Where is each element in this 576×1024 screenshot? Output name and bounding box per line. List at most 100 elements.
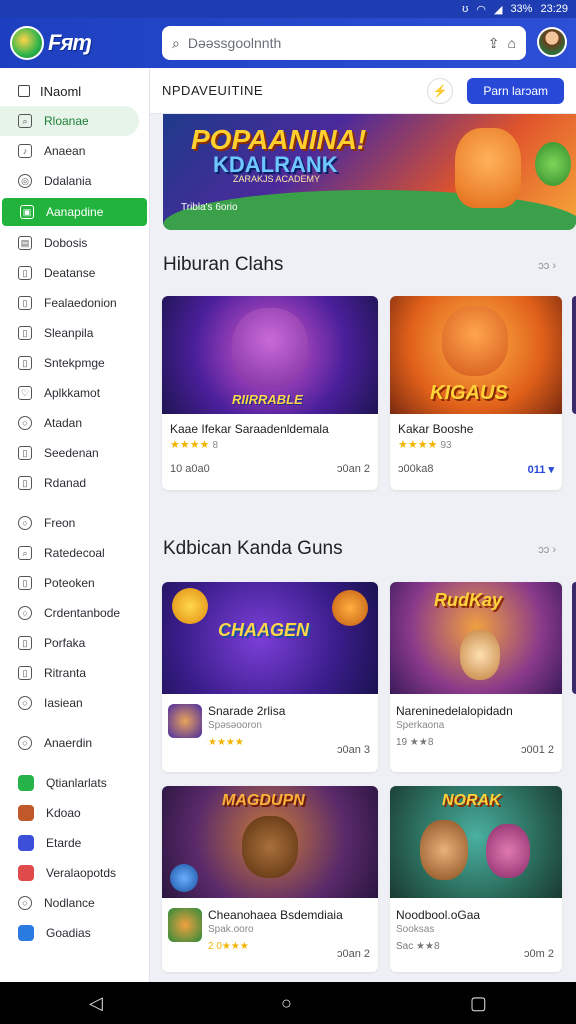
circle-icon: ○	[18, 736, 32, 750]
sidebar-item[interactable]: ▯ Porfaka	[0, 628, 149, 658]
music-icon: ♪	[18, 144, 32, 158]
app-logo[interactable]: Fᴙɱ	[10, 26, 160, 60]
sidebar-item[interactable]: ▯ Sntekpmge	[0, 348, 149, 378]
sidebar-item[interactable]: Veralaopotds	[0, 858, 149, 888]
sidebar-item-label: Iasiean	[44, 696, 83, 710]
sidebar-item[interactable]: ▯ Sleanpila	[0, 318, 149, 348]
share-icon[interactable]: ⇪	[488, 35, 500, 52]
doc-icon: ▯	[18, 356, 32, 370]
sidebar-item[interactable]: ▯ Deatanse	[0, 258, 149, 288]
primary-cta-button[interactable]: Parn larɔam	[467, 77, 564, 104]
game-card-image: MAGDUPN	[162, 786, 378, 898]
developer: Spəsəooron	[208, 720, 262, 731]
sidebar-item[interactable]: ○ Atadan	[0, 408, 149, 438]
character-art	[232, 308, 308, 388]
section2-more-link[interactable]: ɔɔ ›	[538, 544, 556, 556]
card-info: Nareninedelalopidadn Sperkaona 19 ★★8	[390, 694, 562, 748]
sidebar-item-label: Aanapdine	[46, 205, 104, 219]
logo-text: Fᴙɱ	[48, 30, 92, 55]
sidebar-item[interactable]: Qtianlarlats	[0, 768, 149, 798]
sidebar-divider	[0, 758, 149, 768]
game-logo-text: RudKay	[434, 590, 503, 610]
hero-banner[interactable]: POPAANINA! KDALRANK ZARAKJS ACADEMY Trib…	[163, 114, 576, 230]
sidebar-item[interactable]: ▯ Ritranta	[0, 658, 149, 688]
avatar-app-icon	[18, 805, 34, 821]
game-title: Cheanohaea Bsdemdiaia	[208, 908, 343, 922]
sidebar-item[interactable]: ♡ Aplkkamot	[0, 378, 149, 408]
sidebar-item[interactable]: ▯ Poteoken	[0, 568, 149, 598]
game-logo-text: NORAK	[442, 792, 501, 809]
game-card[interactable]: RudKay Nareninedelalopidadn Sperkaona 19…	[390, 582, 562, 772]
rating-stars: 19 ★★8	[396, 737, 434, 748]
section2-title: Kdbican Kanda Guns	[163, 538, 343, 559]
recents-button[interactable]: ▢	[470, 993, 487, 1014]
sidebar-item[interactable]: ⌕ Ratedecoal	[0, 538, 149, 568]
card-meta-right: ɔ001 2	[520, 744, 554, 756]
bookmark-icon[interactable]: ⌂	[508, 35, 516, 51]
sidebar-item[interactable]: ▯ Seedenan	[0, 438, 149, 468]
sidebar-item-label: Anaean	[44, 144, 86, 158]
sidebar-item[interactable]: ▯ Rdanad	[0, 468, 149, 498]
game-title: Snarade 2rlisa	[208, 704, 286, 718]
sidebar-item[interactable]: ⌕ Rloanae	[0, 106, 139, 136]
sidebar-item[interactable]: ○ Iasiean	[0, 688, 149, 718]
sidebar-item[interactable]: ▤ Dobosis	[0, 228, 149, 258]
card-footer: ɔ00ka8 011 ▾	[390, 451, 562, 484]
book-icon: ▤	[18, 236, 32, 250]
sidebar-item[interactable]: ○ Anaerdin	[0, 728, 149, 758]
card-meta-right: ɔ0an 2	[336, 463, 370, 475]
section1-more-link[interactable]: ɔɔ ›	[538, 260, 556, 272]
sidebar-item-label: Veralaopotds	[46, 866, 117, 880]
sidebar-item[interactable]: ▣ Aanapdine	[2, 198, 147, 226]
sidebar-item[interactable]: Kdoao	[0, 798, 149, 828]
game-card[interactable]: RIIRRABLE Kaae Ifekar Saraadenldemala ★★…	[162, 296, 378, 490]
sidebar-item-label: Ratedecoal	[44, 546, 105, 560]
sidebar-item[interactable]: Etarde	[0, 828, 149, 858]
wifi-icon: ◠	[476, 3, 486, 16]
rating-count: 8	[212, 440, 219, 451]
sidebar-item[interactable]: ◎ Ddalania	[0, 166, 149, 196]
doc-icon: ▯	[18, 326, 32, 340]
sidebar-item[interactable]: ○ Crdentanbode	[0, 598, 149, 628]
status-bar: ʊ ◠ ◢ 33% 23:29	[0, 0, 576, 18]
home-button[interactable]: ○	[281, 993, 292, 1014]
sidebar-header-label: INaoml	[40, 83, 82, 99]
game-card[interactable]: KIGAUS Kakar Booshe ★★★★ 93 ɔ00ka8 011 ▾	[390, 296, 562, 490]
search-input[interactable]: Dəəssgoolnnth	[188, 35, 480, 51]
clock: 23:29	[540, 3, 568, 15]
developer: Sooksas	[396, 924, 435, 935]
sidebar-item-label: Poteoken	[44, 576, 95, 590]
sidebar-item-label: Deatanse	[44, 266, 96, 280]
app-thumbnail	[168, 704, 202, 738]
card-meta-left: 10 a0a0	[170, 463, 210, 475]
sidebar-item[interactable]: ♪ Anaean	[0, 136, 149, 166]
card-footer: 10 a0a0 ɔ0an 2	[162, 451, 378, 483]
rating-stars: ★★★★ 93	[390, 436, 562, 451]
sidebar-item-label: Goadias	[46, 926, 91, 940]
sidebar-item[interactable]: ○ Nodlance	[0, 888, 149, 918]
search-icon: ⌕	[172, 34, 180, 51]
banner-mascot	[455, 128, 521, 208]
sidebar-item[interactable]: ▯ Fealaedonion	[0, 288, 149, 318]
lightning-icon[interactable]: ⚡	[427, 77, 454, 104]
back-button[interactable]: ◁	[89, 993, 103, 1014]
next-card-peek	[572, 582, 576, 694]
sidebar-item-label: Porfaka	[44, 636, 86, 650]
card-meta-right[interactable]: 011 ▾	[528, 463, 554, 476]
sidebar-item-label: Dobosis	[44, 236, 88, 250]
sidebar-item-label: Rloanae	[44, 114, 89, 128]
sidebar-item-label: Nodlance	[44, 896, 95, 910]
user-avatar[interactable]	[537, 27, 567, 57]
game-card[interactable]: MAGDUPN Cheanohaea Bsdemdiaia Spak.ooro …	[162, 786, 378, 972]
sidebar-item[interactable]: Goadias	[0, 918, 149, 948]
doc-icon: ▯	[18, 266, 32, 280]
game-card[interactable]: NORAK Noodbool.oGaa Sooksas Sac ★★8 ɔ0m …	[390, 786, 562, 972]
game-card[interactable]: CHAAGEN Snarade 2rlisa Spəsəooron ★★★★ ɔ…	[162, 582, 378, 772]
doc-icon: ▯	[18, 666, 32, 680]
sidebar-item[interactable]: ○ Freon	[0, 508, 149, 538]
sidebar-header[interactable]: INaoml	[0, 76, 149, 106]
sidebar: INaoml ⌕ Rloanae ♪ Anaean ◎ Ddalania ▣ Aanapdin…	[0, 68, 150, 982]
banner-monster	[535, 142, 571, 186]
search-bar[interactable]: ⌕ Dəəssgoolnnth ⇪ ⌂	[162, 26, 526, 60]
app-header: Fᴙɱ ⌕ Dəəssgoolnnth ⇪ ⌂	[0, 18, 576, 68]
